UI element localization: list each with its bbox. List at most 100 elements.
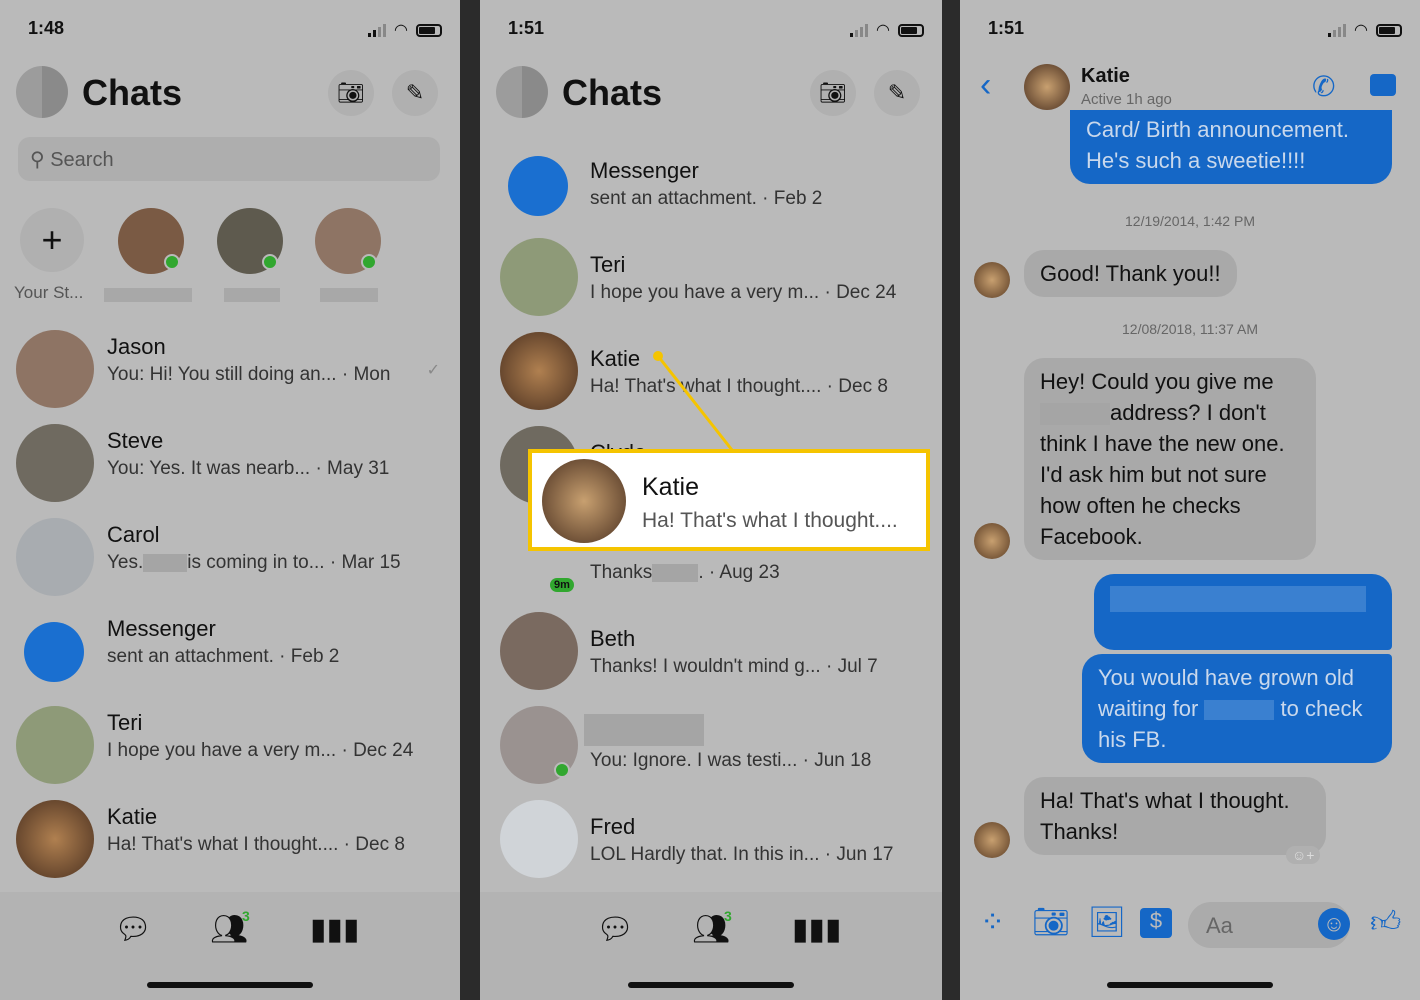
active-time-badge: 9m xyxy=(550,578,574,592)
wifi-icon: ◠ xyxy=(394,22,408,39)
chat-name: Beth xyxy=(590,626,636,651)
your-story-label: Your St... xyxy=(14,283,84,302)
tab-people[interactable]: 👥︎ 3 xyxy=(692,908,732,947)
message-received: Hey! Could you give me address? I don't … xyxy=(1024,358,1316,560)
signal-icon xyxy=(1328,23,1347,37)
sender-avatar xyxy=(974,523,1010,559)
page-title: Chats xyxy=(82,72,183,113)
message-input[interactable]: Aa ☺ xyxy=(1188,902,1350,948)
contact-status: Active 1h ago xyxy=(1081,91,1172,108)
avatar xyxy=(16,518,94,596)
chat-row[interactable]: Teri I hope you have a very m... · Dec 24 xyxy=(0,698,460,792)
chat-row[interactable]: Steve You: Yes. It was nearb... · May 31 xyxy=(0,416,460,510)
chat-row[interactable]: Carol Yes. is coming in to... · Mar 15 xyxy=(0,510,460,604)
blurred-name xyxy=(584,714,704,746)
chat-row[interactable]: Fred LOL Hardly that. In this in... · Jun… xyxy=(480,792,942,886)
chat-row[interactable]: Jason You: Hi! You still doing an... · Mo… xyxy=(0,322,460,416)
voice-call-button[interactable]: ✆ xyxy=(1312,70,1335,103)
thumbs-up-icon: 👍︎ xyxy=(1370,906,1402,939)
search-icon: ⚲ xyxy=(30,149,45,171)
compose-icon: ✎ xyxy=(405,80,425,105)
chat-preview: Ha! That's what I thought.... xyxy=(642,509,898,532)
avatar xyxy=(500,800,578,878)
gallery-button[interactable]: 🖼︎ xyxy=(1088,905,1126,940)
chat-preview: You: Ignore. I was testi... · Jun 18 xyxy=(590,750,872,771)
profile-avatar[interactable] xyxy=(16,66,68,118)
chat-preview: Yes. is coming in to... · Mar 15 xyxy=(107,552,401,573)
message-sent: Card/ Birth announcement. He's such a sw… xyxy=(1070,110,1392,184)
people-badge: 3 xyxy=(724,908,732,924)
payment-button[interactable]: $ xyxy=(1140,908,1172,938)
status-icons: ◠ xyxy=(1328,20,1402,40)
chat-name: Fred xyxy=(590,814,636,839)
emoji-button[interactable]: ☺ xyxy=(1318,908,1350,940)
back-button[interactable]: ‹ xyxy=(980,66,991,105)
camera-icon: 📷︎ xyxy=(1032,906,1071,939)
phone-icon: ✆ xyxy=(1312,71,1336,102)
chat-row[interactable]: Katie Ha! That's what I thought.... · Dec… xyxy=(0,792,460,886)
camera-button[interactable]: 📷︎ xyxy=(1032,905,1070,940)
messenger-logo-icon xyxy=(24,622,84,682)
wifi-icon: ◠ xyxy=(1354,22,1368,39)
people-badge: 3 xyxy=(242,908,250,924)
status-time: 1:51 xyxy=(988,18,1025,38)
chat-name: Carol xyxy=(107,522,160,547)
chat-row[interactable]: You: Ignore. I was testi... · Jun 18 xyxy=(480,698,942,792)
camera-icon: 📷︎ xyxy=(337,80,365,105)
avatar xyxy=(16,424,94,502)
tab-discover[interactable]: ▮▮▮ xyxy=(310,912,360,947)
avatar xyxy=(542,459,626,543)
chat-preview: Thanks. · Aug 23 xyxy=(590,562,780,583)
signal-icon xyxy=(368,23,387,37)
tab-people[interactable]: 👥︎ 3 xyxy=(210,908,250,947)
message-received: Ha! That's what I thought. Thanks! xyxy=(1024,777,1326,855)
chat-preview: I hope you have a very m... · Dec 24 xyxy=(107,740,414,761)
tab-discover[interactable]: ▮▮▮ xyxy=(792,912,842,947)
search-input[interactable]: ⚲ Search xyxy=(18,137,440,181)
add-story-button[interactable]: + xyxy=(20,208,84,272)
camera-button[interactable]: 📷︎ xyxy=(328,70,374,116)
tab-chats[interactable]: 💬︎ xyxy=(596,912,634,947)
message-placeholder: Aa xyxy=(1206,913,1233,938)
chat-name: Jason xyxy=(107,334,166,359)
home-indicator xyxy=(1107,982,1273,988)
chat-preview: sent an attachment. · Feb 2 xyxy=(107,646,340,667)
sender-avatar xyxy=(974,262,1010,298)
add-reaction-button[interactable]: ☺+ xyxy=(1286,846,1321,864)
contact-name[interactable]: Katie xyxy=(1081,65,1130,88)
chat-row[interactable]: Messenger sent an attachment. · Feb 2 xyxy=(0,604,460,698)
like-button[interactable]: 👍︎ xyxy=(1370,905,1401,941)
chat-bubble-icon: 💬︎ xyxy=(596,913,635,946)
apps-grid-icon: ⁘ xyxy=(980,906,1006,939)
status-time: 1:48 xyxy=(28,18,65,38)
video-call-button[interactable] xyxy=(1370,74,1396,96)
plus-icon: + xyxy=(41,219,63,260)
chat-name: Katie xyxy=(642,473,699,501)
status-icons: ◠ xyxy=(368,20,442,40)
avatar xyxy=(16,800,94,878)
sender-avatar xyxy=(974,822,1010,858)
tab-chats[interactable]: 💬︎ xyxy=(114,912,152,947)
more-button[interactable]: ⁘ xyxy=(980,905,1005,940)
dollar-icon: $ xyxy=(1149,908,1163,933)
contact-avatar[interactable] xyxy=(1024,64,1070,110)
home-indicator xyxy=(147,982,313,988)
chat-bubble-icon: 💬︎ xyxy=(114,913,153,946)
chats-screen-1: 1:48 ◠ Chats 📷︎ ✎ ⚲ Search + Your St... … xyxy=(0,0,460,1000)
discover-icon: ▮▮▮ xyxy=(792,913,842,946)
message-timestamp: 12/19/2014, 1:42 PM xyxy=(1125,213,1255,229)
compose-button[interactable]: ✎ xyxy=(392,70,438,116)
chat-preview: Thanks! I wouldn't mind g... · Jul 7 xyxy=(590,656,878,677)
chat-preview: LOL Hardly that. In this in... · Jun 17 xyxy=(590,844,894,865)
chat-row[interactable]: Beth Thanks! I wouldn't mind g... · Jul 7 xyxy=(480,604,942,698)
conversation-screen: 1:51 ◠ ‹ Katie Active 1h ago ✆ Card/ Bir… xyxy=(960,0,1420,1000)
read-check-icon: ✓ xyxy=(426,362,440,379)
message-sent: You would have grown old waiting for to … xyxy=(1082,654,1392,763)
image-icon: 🖼︎ xyxy=(1088,906,1127,939)
tab-bar: 💬︎ 👥︎ 3 ▮▮▮ xyxy=(0,892,460,1000)
home-indicator xyxy=(628,982,794,988)
message-timestamp: 12/08/2018, 11:37 AM xyxy=(1122,321,1258,337)
highlighted-chat-row[interactable]: Katie Ha! That's what I thought.... xyxy=(528,449,930,551)
battery-icon xyxy=(416,23,442,37)
avatar xyxy=(500,612,578,690)
